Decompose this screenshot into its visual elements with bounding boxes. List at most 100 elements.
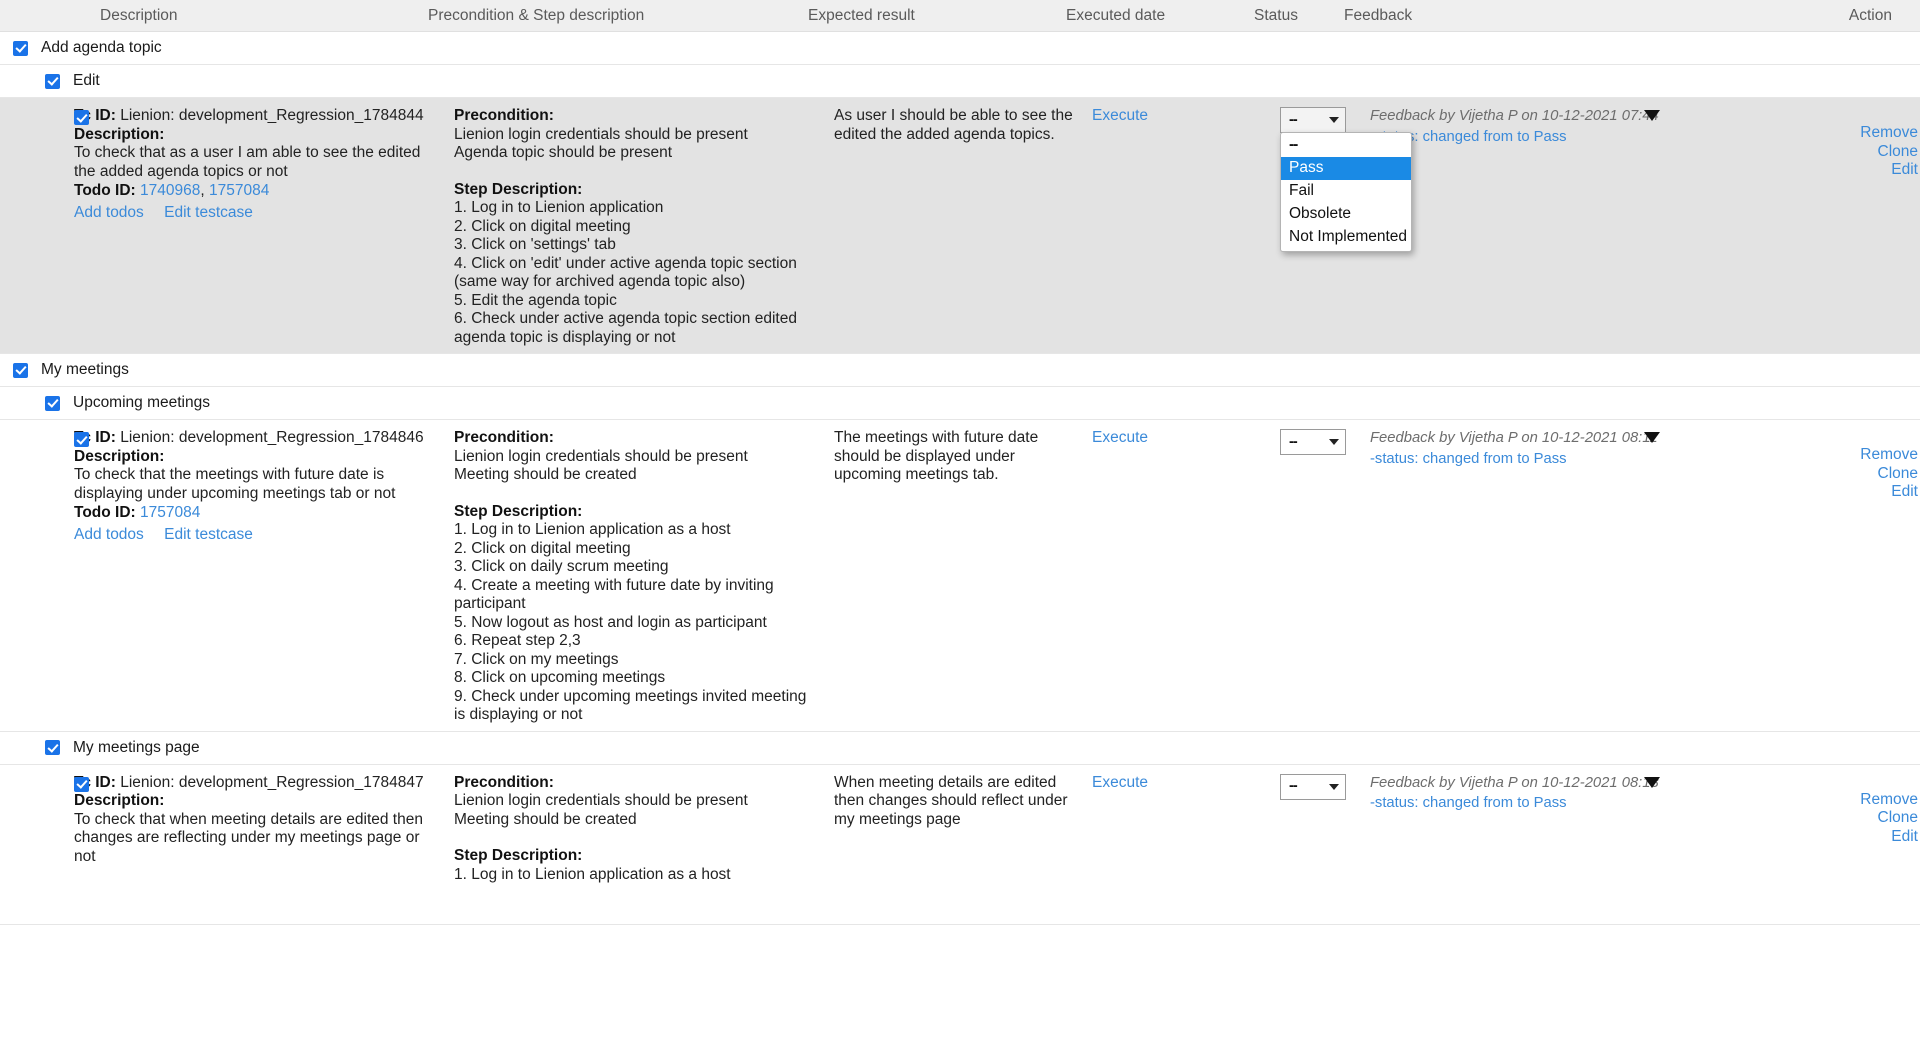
precondition-line: Lienion login credentials should be pres… — [454, 447, 748, 465]
step-item: 3. Click on 'settings' tab — [454, 236, 616, 253]
execute-link[interactable]: Execute — [1092, 429, 1148, 446]
group-row-add-agenda-topic[interactable]: Add agenda topic — [0, 32, 1920, 65]
add-todos-link[interactable]: Add todos — [74, 526, 144, 543]
group-row-edit[interactable]: Edit — [0, 65, 1920, 98]
group-label: My meetings — [41, 361, 129, 378]
edit-testcase-link[interactable]: Edit testcase — [164, 526, 253, 543]
precondition-label: Precondition: — [454, 107, 554, 124]
cell-feedback: Feedback by Vijetha P on 10-12-2021 08:1… — [1370, 774, 1750, 918]
status-option-fail[interactable]: Fail — [1281, 180, 1411, 203]
row-checkbox[interactable] — [74, 776, 89, 792]
step-item: 2. Click on digital meeting — [454, 539, 631, 557]
step-description-label: Step Description: — [454, 180, 583, 198]
cell-expected-result: The meetings with future date should be … — [834, 429, 1039, 483]
status-select-value: -- — [1289, 111, 1298, 128]
execute-link[interactable]: Execute — [1092, 107, 1148, 124]
feedback-status-line: -status: changed from to Pass — [1370, 450, 1567, 467]
edit-testcase-link[interactable]: Edit testcase — [164, 204, 253, 221]
row-checkbox-cell — [0, 429, 89, 725]
precondition-line: Meeting should be created — [454, 466, 637, 483]
step-item: 1. Log in to Lienion application as a ho… — [454, 521, 731, 538]
status-option-pass[interactable]: Pass — [1281, 157, 1411, 180]
status-select-wrapper: -- — [1280, 429, 1346, 455]
group-label: Upcoming meetings — [73, 394, 210, 411]
group-checkbox[interactable] — [45, 740, 60, 755]
description-label: Description: — [74, 792, 165, 809]
chevron-down-icon[interactable] — [1644, 432, 1660, 443]
clone-link[interactable]: Clone — [1750, 465, 1919, 484]
cell-description: Tc ID: Lienion: development_Regression_1… — [74, 429, 454, 725]
status-dropdown-list[interactable]: -- Pass Fail Obsolete Not Implemented — [1280, 132, 1412, 252]
group-row-my-meetings-page[interactable]: My meetings page — [0, 731, 1920, 765]
column-header-action: Action — [1848, 6, 1892, 24]
description-text: To check that as a user I am able to see… — [74, 144, 421, 180]
description-label: Description: — [74, 125, 165, 143]
todo-id-link[interactable]: 1757084 — [209, 182, 269, 199]
group-row-my-meetings[interactable]: My meetings — [0, 354, 1920, 387]
feedback-block: Feedback by Vijetha P on 10-12-2021 08:1… — [1370, 774, 1734, 813]
status-option-dash[interactable]: -- — [1281, 134, 1411, 157]
chevron-down-icon[interactable] — [1644, 110, 1660, 121]
status-option-not-implemented[interactable]: Not Implemented — [1281, 226, 1411, 249]
group-checkbox[interactable] — [13, 40, 28, 56]
feedback-author-line: Feedback by Vijetha P on 10-12-2021 07:4… — [1370, 108, 1659, 124]
group-checkbox[interactable] — [45, 395, 60, 411]
edit-link[interactable]: Edit — [1750, 161, 1918, 180]
group-label: Edit — [73, 72, 100, 89]
cell-executed-date: Execute — [1092, 107, 1280, 347]
todo-id-link[interactable]: 1740968 — [140, 182, 200, 199]
execute-link[interactable]: Execute — [1092, 774, 1148, 791]
todo-id-label: Todo ID: — [74, 182, 136, 199]
cell-feedback: Feedback by Vijetha P on 10-12-2021 07:4… — [1370, 107, 1750, 347]
chevron-down-icon — [1329, 439, 1339, 445]
cell-description: Tc ID: Lienion: development_Regression_1… — [74, 774, 454, 918]
column-header-feedback: Feedback — [1344, 6, 1413, 24]
status-select-wrapper: -- — [1280, 773, 1346, 800]
row-checkbox-cell — [0, 107, 89, 347]
edit-link[interactable]: Edit — [1750, 483, 1918, 502]
row-checkbox[interactable] — [74, 432, 89, 447]
step-item: 5. Now logout as host and login as parti… — [454, 613, 767, 631]
chevron-down-icon[interactable] — [1644, 776, 1660, 788]
table-header-row: Description Precondition & Step descript… — [0, 0, 1920, 32]
cell-step-description: Precondition: Lienion login credentials … — [454, 774, 834, 918]
remove-link[interactable]: Remove — [1750, 124, 1918, 143]
clone-link[interactable]: Clone — [1750, 143, 1919, 162]
remove-link[interactable]: Remove — [1750, 446, 1918, 465]
description-text: To check that the meetings with future d… — [74, 466, 396, 502]
step-item: 5. Edit the agenda topic — [454, 291, 617, 309]
clone-link[interactable]: Clone — [1750, 809, 1919, 828]
todo-id-link[interactable]: 1757084 — [140, 504, 200, 521]
column-header-executed-date: Executed date — [1066, 6, 1166, 24]
group-checkbox[interactable] — [45, 73, 60, 89]
feedback-status-line: -status: changed from to Pass — [1370, 795, 1567, 811]
step-item: 6. Check under active agenda topic secti… — [454, 310, 797, 346]
description-text: To check that when meeting details are e… — [74, 810, 423, 865]
group-checkbox[interactable] — [13, 362, 28, 378]
status-select[interactable]: -- — [1280, 429, 1346, 455]
step-item: 4. Create a meeting with future date by … — [454, 576, 774, 613]
remove-link[interactable]: Remove — [1750, 791, 1918, 810]
add-todos-link[interactable]: Add todos — [74, 204, 144, 221]
cell-expected-result: When meeting details are edited then cha… — [834, 773, 1068, 828]
cell-feedback: Feedback by Vijetha P on 10-12-2021 08:1… — [1370, 429, 1750, 725]
status-option-obsolete[interactable]: Obsolete — [1281, 203, 1411, 226]
edit-link[interactable]: Edit — [1750, 828, 1918, 847]
table-row: Tc ID: Lienion: development_Regression_1… — [0, 98, 1920, 354]
tc-id-value: Lienion: development_Regression_1784847 — [120, 773, 424, 791]
cell-action: Remove Clone Edit — [1750, 429, 1920, 725]
status-select[interactable]: -- — [1280, 107, 1346, 133]
step-item: 9. Check under upcoming meetings invited… — [454, 687, 807, 724]
status-select[interactable]: -- — [1280, 773, 1346, 800]
row-checkbox[interactable] — [74, 110, 89, 125]
status-select-value: -- — [1289, 778, 1298, 795]
cell-status: -- — [1280, 773, 1370, 918]
column-header-step-description: Precondition & Step description — [428, 6, 645, 24]
cell-step-description: Precondition: Lienion login credentials … — [454, 107, 834, 347]
group-row-upcoming-meetings[interactable]: Upcoming meetings — [0, 387, 1920, 420]
tc-id-value: Lienion: development_Regression_1784846 — [120, 429, 424, 446]
feedback-block: Feedback by Vijetha P on 10-12-2021 08:1… — [1370, 429, 1734, 468]
feedback-author-line: Feedback by Vijetha P on 10-12-2021 08:1… — [1370, 430, 1658, 446]
